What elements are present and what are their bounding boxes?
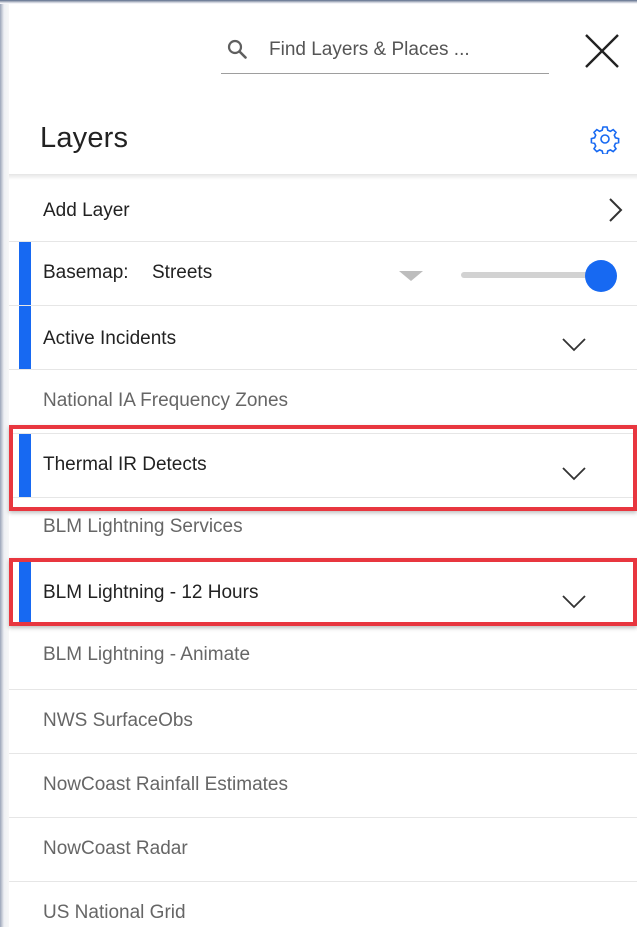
layer-row-active-incidents[interactable]: Active Incidents [9, 306, 637, 370]
layer-label: BLM Lightning - Animate [43, 644, 251, 665]
layer-label: Thermal IR Detects [43, 454, 207, 475]
active-indicator [19, 434, 31, 497]
layer-row-national-ia-frequency-zones[interactable]: National IA Frequency Zones [9, 370, 637, 434]
active-indicator [19, 306, 31, 369]
opacity-slider-thumb[interactable] [585, 260, 617, 292]
active-indicator [19, 562, 31, 625]
basemap-value[interactable]: Streets [152, 262, 212, 284]
chevron-down-icon[interactable] [561, 465, 587, 481]
basemap-row[interactable]: Basemap: Streets [9, 242, 637, 306]
search-bar[interactable] [221, 30, 549, 74]
chevron-down-icon[interactable] [561, 336, 587, 352]
layer-label: NowCoast Radar [43, 838, 188, 859]
layer-label: Active Incidents [43, 328, 177, 349]
search-icon [227, 39, 247, 59]
chevron-right-icon[interactable] [607, 197, 623, 223]
search-input[interactable] [269, 36, 539, 64]
basemap-label: Basemap: [43, 262, 129, 283]
layer-row-nowcoast-radar[interactable]: NowCoast Radar [9, 818, 637, 882]
layer-label: National IA Frequency Zones [43, 390, 289, 411]
close-icon[interactable] [581, 30, 623, 72]
add-layer-label: Add Layer [43, 200, 130, 221]
window-frame-left [0, 0, 9, 927]
layer-label: BLM Lightning - 12 Hours [43, 582, 259, 603]
panel-title: Layers [40, 122, 129, 154]
layer-label: US National Grid [43, 902, 186, 923]
layer-label: NowCoast Rainfall Estimates [43, 774, 288, 795]
chevron-down-icon[interactable] [561, 593, 587, 609]
layer-label: NWS SurfaceObs [43, 710, 193, 731]
layer-row-nowcoast-rainfall-estimates[interactable]: NowCoast Rainfall Estimates [9, 754, 637, 818]
add-layer-row[interactable]: Add Layer [9, 178, 637, 242]
layers-panel: Layers Add Layer Basemap: Streets Active… [9, 4, 637, 927]
layer-row-us-national-grid[interactable]: US National Grid [9, 882, 637, 927]
layer-label: BLM Lightning Services [43, 516, 243, 537]
layer-row-nws-surfaceobs[interactable]: NWS SurfaceObs [9, 690, 637, 754]
layer-row-blm-lightning-12-hours[interactable]: BLM Lightning - 12 Hours [9, 562, 637, 626]
layer-row-blm-lightning-animate[interactable]: BLM Lightning - Animate [9, 626, 637, 690]
opacity-slider-track[interactable] [461, 272, 601, 278]
gear-icon[interactable] [590, 124, 620, 154]
layer-row-blm-lightning-services[interactable]: BLM Lightning Services [9, 498, 637, 562]
active-indicator [19, 242, 31, 305]
basemap-dropdown-caret-icon[interactable] [399, 271, 423, 281]
layer-row-thermal-ir-detects[interactable]: Thermal IR Detects [9, 434, 637, 498]
